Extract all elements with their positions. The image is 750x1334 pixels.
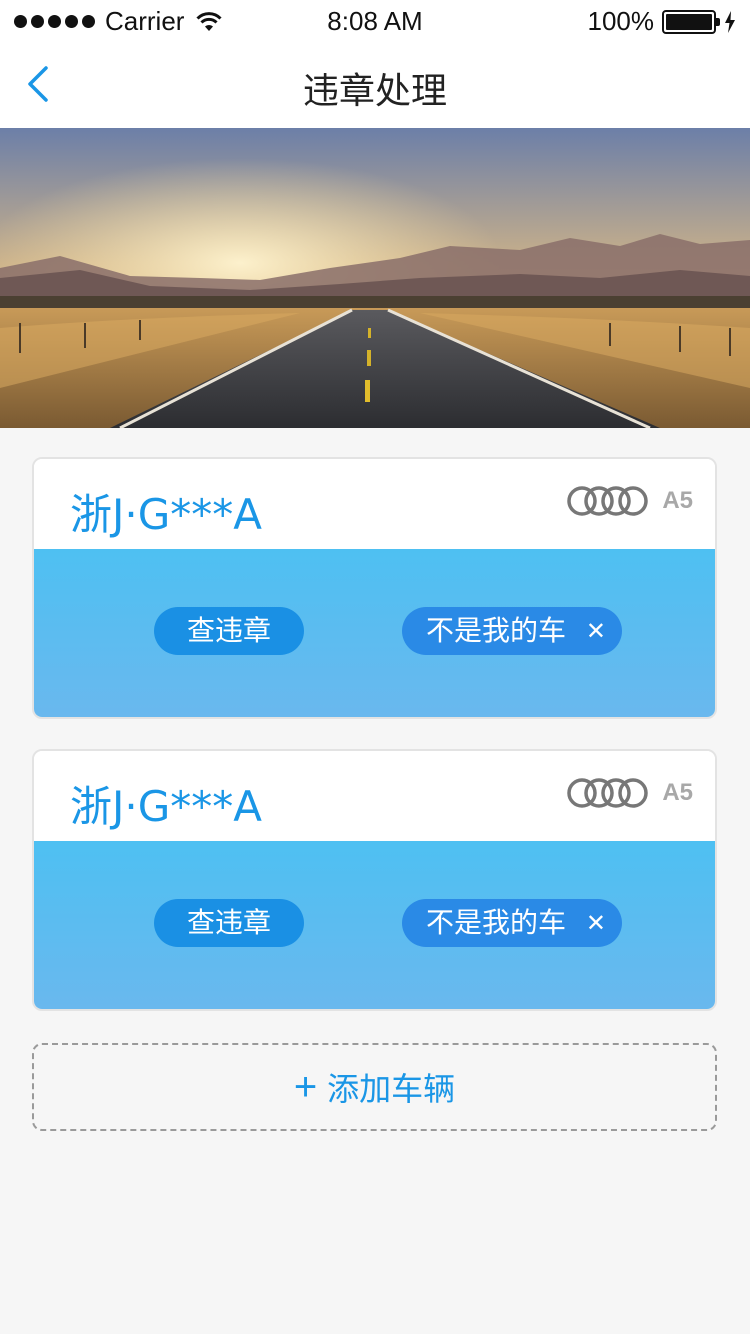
status-bar: Carrier 8:08 AM 100% [0, 0, 750, 40]
charging-icon [725, 10, 735, 33]
status-right: 100% [588, 6, 737, 37]
vehicle-card: 浙J·G***A A5 查违章 不是我的车 ✕ [32, 749, 717, 1011]
vehicle-brand: A5 [566, 485, 693, 517]
audi-logo-icon [567, 486, 649, 516]
add-vehicle-label: 添加车辆 [327, 1070, 456, 1108]
vehicle-card: 浙J·G***A A5 查违章 不是我的车 ✕ [32, 457, 717, 719]
page-title: 违章处理 [302, 71, 447, 112]
vehicle-card-actions: 查违章 不是我的车 ✕ [34, 841, 715, 1009]
audi-logo-icon [567, 778, 649, 808]
license-plate: 浙J·G***A [70, 490, 263, 539]
add-vehicle-button[interactable]: + 添加车辆 [32, 1043, 717, 1131]
vehicle-brand: A5 [566, 777, 693, 809]
vehicle-card-actions: 查违章 不是我的车 ✕ [34, 549, 715, 717]
battery-percent: 100% [587, 6, 655, 36]
vehicle-card-header: 浙J·G***A A5 [34, 751, 715, 841]
vehicle-model: A5 [662, 487, 693, 514]
navigation-bar: 违章处理 [0, 40, 750, 128]
close-icon: ✕ [585, 617, 606, 645]
plus-icon: + [293, 1065, 318, 1109]
close-icon: ✕ [585, 909, 606, 937]
check-violations-button[interactable]: 查违章 [154, 607, 304, 655]
not-my-car-button[interactable]: 不是我的车 ✕ [402, 899, 622, 947]
not-my-car-label: 不是我的车 [426, 906, 567, 939]
license-plate: 浙J·G***A [70, 782, 263, 831]
vehicle-model: A5 [662, 779, 693, 806]
banner-image [0, 128, 750, 428]
not-my-car-button[interactable]: 不是我的车 ✕ [402, 607, 622, 655]
battery-icon [662, 9, 720, 34]
check-violations-button[interactable]: 查违章 [154, 899, 304, 947]
vehicle-card-header: 浙J·G***A A5 [34, 459, 715, 549]
not-my-car-label: 不是我的车 [426, 614, 567, 647]
